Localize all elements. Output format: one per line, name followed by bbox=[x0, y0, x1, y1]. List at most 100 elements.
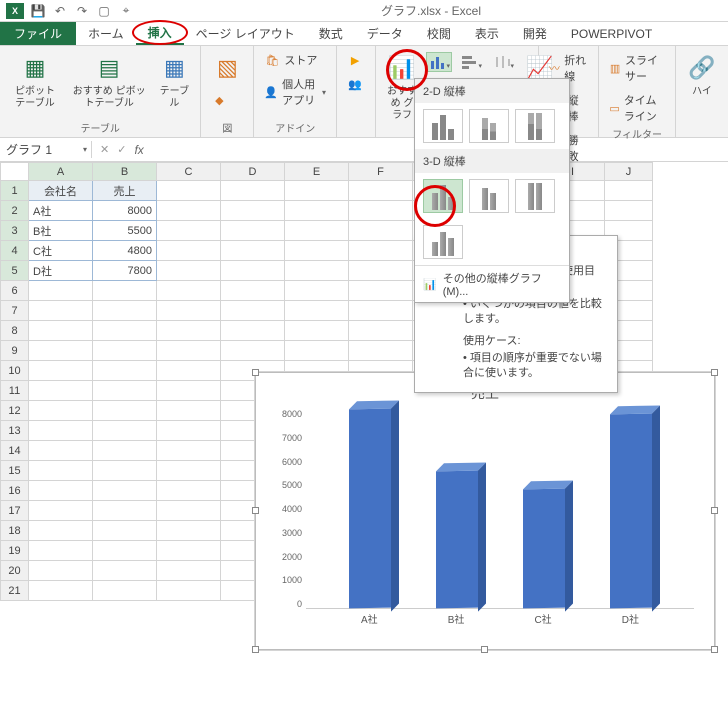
cell[interactable] bbox=[157, 301, 221, 321]
cell[interactable] bbox=[157, 461, 221, 481]
cell[interactable] bbox=[285, 281, 349, 301]
cell[interactable] bbox=[285, 341, 349, 361]
chart-bars[interactable] bbox=[306, 409, 694, 609]
row-header[interactable]: 12 bbox=[1, 401, 29, 421]
cell[interactable] bbox=[157, 261, 221, 281]
cell[interactable] bbox=[93, 341, 157, 361]
cell[interactable] bbox=[157, 441, 221, 461]
cell[interactable] bbox=[221, 261, 285, 281]
timeline-button[interactable]: ▭タイムライン bbox=[605, 90, 669, 126]
cell[interactable] bbox=[157, 521, 221, 541]
cell[interactable] bbox=[349, 301, 413, 321]
cell[interactable] bbox=[29, 361, 93, 381]
cell[interactable] bbox=[29, 341, 93, 361]
cell-B1[interactable]: 売上 bbox=[93, 181, 157, 201]
cell[interactable] bbox=[349, 221, 413, 241]
fx-icon[interactable]: fx bbox=[134, 143, 143, 157]
cell[interactable] bbox=[285, 301, 349, 321]
cell[interactable] bbox=[93, 481, 157, 501]
col-header-D[interactable]: D bbox=[221, 163, 285, 181]
resize-handle[interactable] bbox=[481, 646, 488, 653]
cell[interactable] bbox=[93, 521, 157, 541]
cell[interactable] bbox=[93, 541, 157, 561]
table-button[interactable]: ▦ テーブル bbox=[154, 50, 194, 112]
cell[interactable] bbox=[285, 321, 349, 341]
stock-chart-button[interactable]: ▾ bbox=[490, 52, 516, 72]
cell[interactable] bbox=[221, 281, 285, 301]
row-header[interactable]: 3 bbox=[1, 221, 29, 241]
undo-icon[interactable]: ↶ bbox=[52, 3, 68, 19]
pointer-icon[interactable]: ⌖ bbox=[118, 3, 134, 19]
cell[interactable] bbox=[285, 201, 349, 221]
chart-bar[interactable] bbox=[610, 414, 652, 609]
cell[interactable] bbox=[221, 321, 285, 341]
tab-data[interactable]: データ bbox=[355, 22, 415, 45]
cell[interactable] bbox=[29, 281, 93, 301]
cell[interactable] bbox=[285, 261, 349, 281]
cell[interactable] bbox=[157, 381, 221, 401]
cell[interactable] bbox=[157, 341, 221, 361]
pictures-button[interactable]: ▧ bbox=[207, 50, 247, 86]
cell[interactable] bbox=[157, 361, 221, 381]
chart-plot-area[interactable]: 8000 7000 6000 5000 4000 3000 2000 1000 … bbox=[306, 409, 694, 629]
pivot-table-button[interactable]: ▦ ピボット テーブル bbox=[6, 50, 64, 112]
people-button[interactable]: 👥 bbox=[343, 74, 367, 94]
cell[interactable] bbox=[157, 541, 221, 561]
cell[interactable] bbox=[349, 241, 413, 261]
bar-chart-button[interactable]: ▾ bbox=[458, 52, 484, 72]
row-header[interactable]: 8 bbox=[1, 321, 29, 341]
cell[interactable] bbox=[157, 501, 221, 521]
cell-B4[interactable]: 4800 bbox=[93, 241, 157, 261]
tab-home[interactable]: ホーム bbox=[76, 22, 136, 45]
cell[interactable] bbox=[93, 441, 157, 461]
cell[interactable] bbox=[157, 561, 221, 581]
cell[interactable] bbox=[29, 421, 93, 441]
tab-developer[interactable]: 開発 bbox=[511, 22, 559, 45]
row-header[interactable]: 13 bbox=[1, 421, 29, 441]
resize-handle[interactable] bbox=[252, 369, 259, 376]
cell[interactable] bbox=[157, 321, 221, 341]
redo-icon[interactable]: ↷ bbox=[74, 3, 90, 19]
cell[interactable] bbox=[93, 381, 157, 401]
cell[interactable] bbox=[157, 221, 221, 241]
resize-handle[interactable] bbox=[711, 646, 718, 653]
row-header[interactable]: 2 bbox=[1, 201, 29, 221]
thumb-2d-100stacked[interactable] bbox=[515, 109, 555, 143]
row-header[interactable]: 20 bbox=[1, 561, 29, 581]
resize-handle[interactable] bbox=[711, 507, 718, 514]
col-header-F[interactable]: F bbox=[349, 163, 413, 181]
cell[interactable] bbox=[349, 281, 413, 301]
select-all-corner[interactable] bbox=[1, 163, 29, 181]
thumb-3d-clustered[interactable] bbox=[423, 179, 463, 213]
cell[interactable] bbox=[157, 281, 221, 301]
chart-bar[interactable] bbox=[436, 471, 478, 609]
col-header-A[interactable]: A bbox=[29, 163, 93, 181]
row-header[interactable]: 14 bbox=[1, 441, 29, 461]
thumb-3d-stacked[interactable] bbox=[469, 179, 509, 213]
cancel-formula-icon[interactable]: ✕ bbox=[100, 143, 109, 156]
resize-handle[interactable] bbox=[252, 507, 259, 514]
cell[interactable] bbox=[221, 241, 285, 261]
cell[interactable] bbox=[221, 181, 285, 201]
row-header[interactable]: 15 bbox=[1, 461, 29, 481]
cell[interactable] bbox=[221, 341, 285, 361]
tab-page-layout[interactable]: ページ レイアウト bbox=[184, 22, 307, 45]
cell[interactable] bbox=[285, 241, 349, 261]
store-button[interactable]: 🛍ストア bbox=[260, 50, 321, 70]
cell-B2[interactable]: 8000 bbox=[93, 201, 157, 221]
embedded-chart[interactable]: 売上 8000 7000 6000 5000 4000 3000 2000 10… bbox=[255, 372, 715, 650]
row-header[interactable]: 1 bbox=[1, 181, 29, 201]
tab-formulas[interactable]: 数式 bbox=[307, 22, 355, 45]
chart-bar[interactable] bbox=[523, 488, 565, 608]
cell[interactable] bbox=[93, 401, 157, 421]
col-header-B[interactable]: B bbox=[93, 163, 157, 181]
cell[interactable] bbox=[605, 181, 653, 201]
cell-A2[interactable]: A社 bbox=[29, 201, 93, 221]
cell[interactable] bbox=[221, 221, 285, 241]
more-column-charts[interactable]: 📊その他の縦棒グラフ(M)... bbox=[415, 265, 569, 302]
cell[interactable] bbox=[93, 361, 157, 381]
tab-review[interactable]: 校閲 bbox=[415, 22, 463, 45]
cell[interactable] bbox=[285, 181, 349, 201]
cell[interactable] bbox=[29, 321, 93, 341]
cell-B5[interactable]: 7800 bbox=[93, 261, 157, 281]
